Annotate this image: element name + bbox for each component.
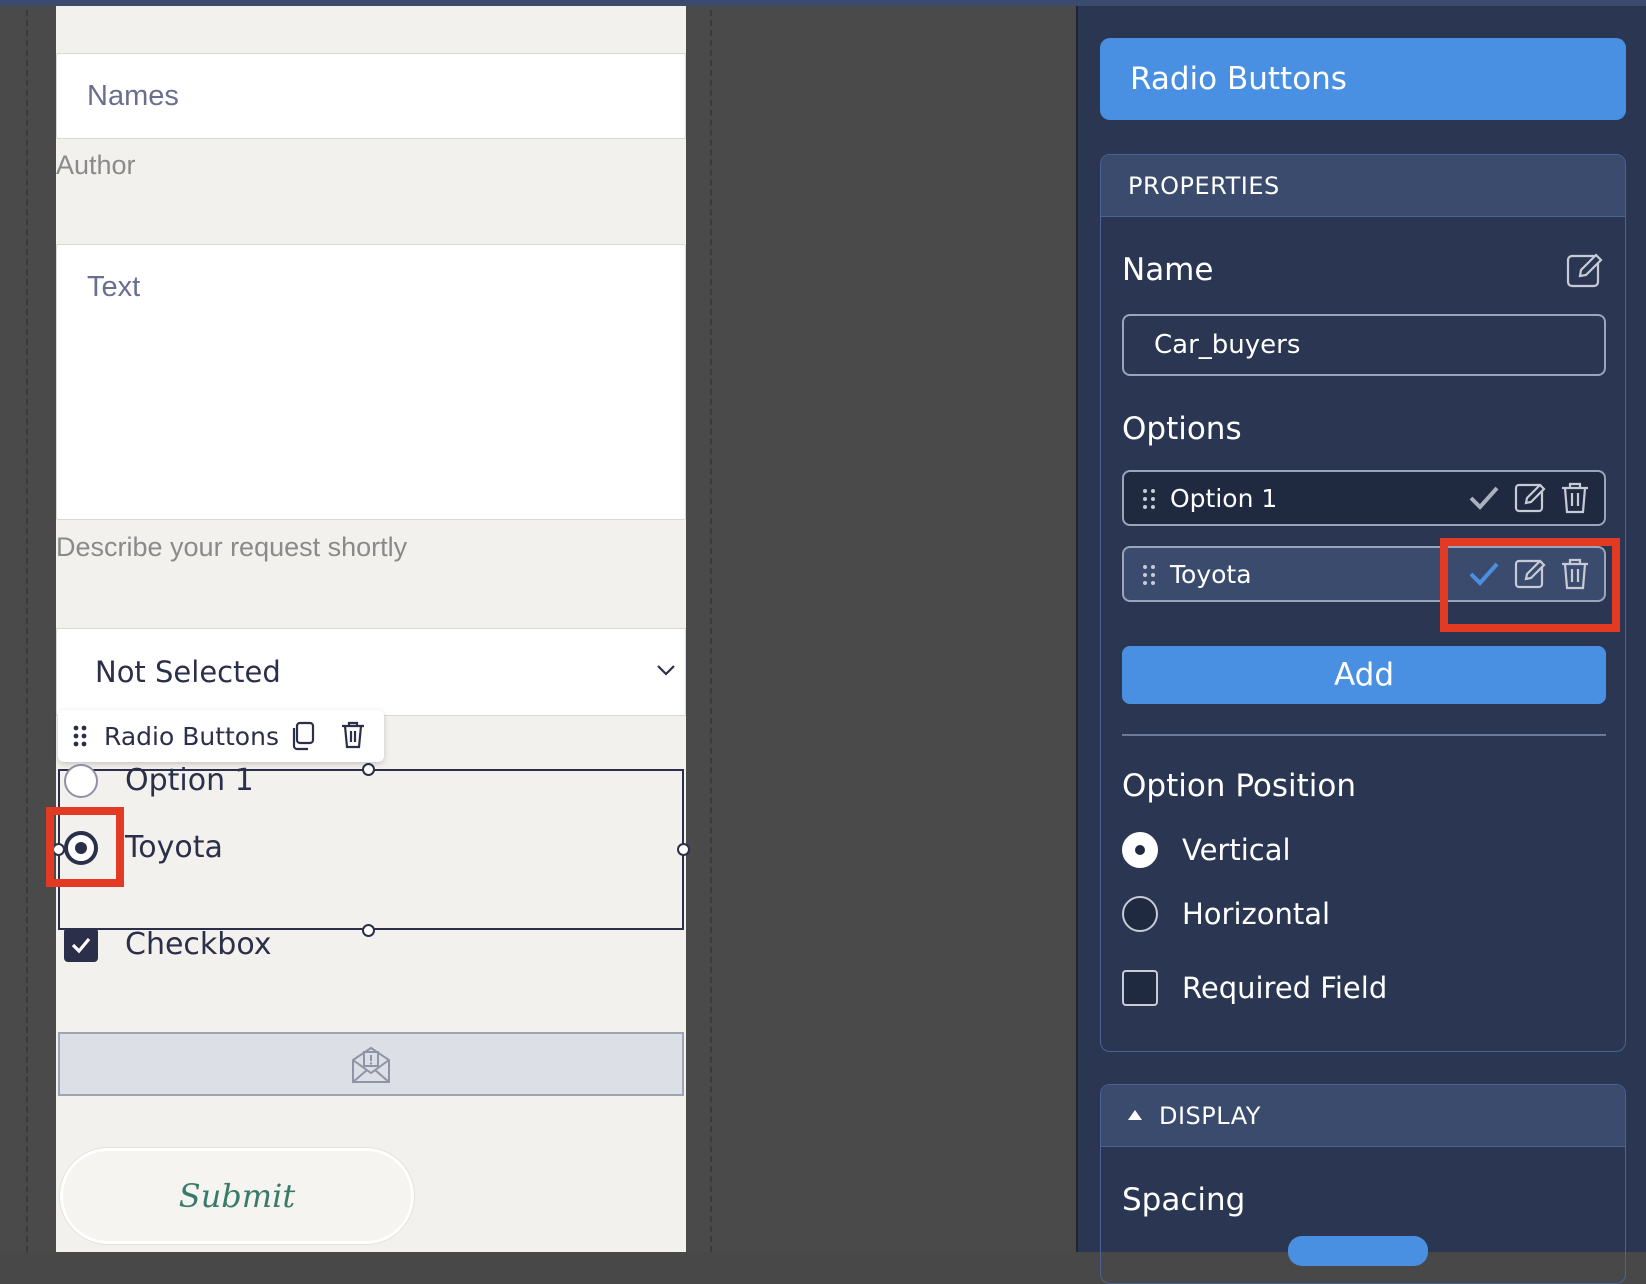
email-drop-zone[interactable] — [58, 1032, 684, 1096]
display-header-label: DISPLAY — [1159, 1102, 1261, 1130]
drag-icon[interactable] — [1142, 488, 1156, 510]
form-canvas: Names Author Text Describe your request … — [0, 0, 1076, 1252]
radio-label-toyota: Toyota — [125, 830, 223, 865]
check-icon[interactable] — [1468, 481, 1500, 515]
dropdown-select[interactable]: Not Selected — [56, 628, 686, 716]
drag-icon[interactable] — [72, 724, 88, 748]
request-helper-text: Describe your request shortly — [56, 532, 408, 562]
edit-icon[interactable] — [1514, 481, 1546, 515]
highlight-box-actions — [1440, 538, 1620, 632]
required-label: Required Field — [1182, 971, 1388, 1005]
horizontal-label: Horizontal — [1182, 897, 1331, 931]
vertical-label: Vertical — [1182, 833, 1291, 867]
email-icon — [352, 1046, 390, 1083]
chevron-down-icon — [657, 665, 675, 676]
trash-icon[interactable] — [340, 720, 366, 750]
properties-panel: Radio Buttons PROPERTIES Name Car_buyers… — [1076, 6, 1646, 1284]
display-header[interactable]: DISPLAY — [1101, 1085, 1625, 1147]
required-field-option[interactable]: Required Field — [1122, 970, 1387, 1006]
submit-button[interactable]: Submit — [60, 1148, 414, 1244]
guide-line-right — [710, 0, 712, 1252]
guide-line-left — [26, 0, 28, 1252]
options-label: Options — [1122, 411, 1242, 447]
checkbox-label: Checkbox — [125, 927, 272, 962]
copy-icon[interactable] — [290, 721, 316, 751]
dropdown-value: Not Selected — [95, 655, 281, 689]
radio-vertical[interactable] — [1122, 832, 1158, 868]
required-checkbox[interactable] — [1122, 970, 1158, 1006]
spacing-label: Spacing — [1122, 1182, 1246, 1218]
option-label-toyota: Toyota — [1170, 560, 1252, 589]
resize-handle-bottom[interactable] — [362, 924, 375, 937]
radio-label-option-1: Option 1 — [125, 763, 254, 798]
drag-icon[interactable] — [1142, 564, 1156, 586]
radio-option-1[interactable]: Option 1 — [64, 763, 254, 798]
position-vertical-option[interactable]: Vertical — [1122, 832, 1291, 868]
name-input[interactable]: Car_buyers — [1122, 314, 1606, 376]
edit-icon[interactable] — [1566, 252, 1604, 290]
check-icon — [71, 937, 91, 953]
divider — [1122, 734, 1606, 736]
position-horizontal-option[interactable]: Horizontal — [1122, 896, 1330, 932]
toolbar-label: Radio Buttons — [104, 722, 279, 751]
trash-icon[interactable] — [1560, 481, 1590, 515]
resize-handle-top[interactable] — [362, 763, 375, 776]
names-input[interactable]: Names — [56, 53, 686, 139]
option-label-1: Option 1 — [1170, 484, 1278, 513]
author-label: Author — [56, 150, 136, 180]
properties-header[interactable]: PROPERTIES — [1101, 155, 1625, 217]
option-row-1[interactable]: Option 1 — [1122, 470, 1606, 526]
highlight-box-radio — [46, 807, 124, 887]
names-placeholder: Names — [87, 80, 179, 112]
resize-handle-right[interactable] — [677, 843, 690, 856]
panel-title: Radio Buttons — [1100, 38, 1626, 120]
text-area[interactable]: Text — [56, 244, 686, 520]
add-option-button[interactable]: Add — [1122, 646, 1606, 704]
option-position-label: Option Position — [1122, 768, 1357, 804]
radio-circle-option-1[interactable] — [64, 763, 98, 798]
spacing-slider-thumb[interactable] — [1288, 1236, 1428, 1266]
checkbox-item[interactable]: Checkbox — [64, 927, 272, 962]
triangle-up-icon — [1128, 1110, 1142, 1120]
text-placeholder: Text — [87, 271, 141, 303]
checkbox-checked[interactable] — [64, 927, 98, 962]
radio-horizontal[interactable] — [1122, 896, 1158, 932]
element-toolbar: Radio Buttons — [58, 710, 384, 762]
name-label: Name — [1122, 252, 1214, 288]
